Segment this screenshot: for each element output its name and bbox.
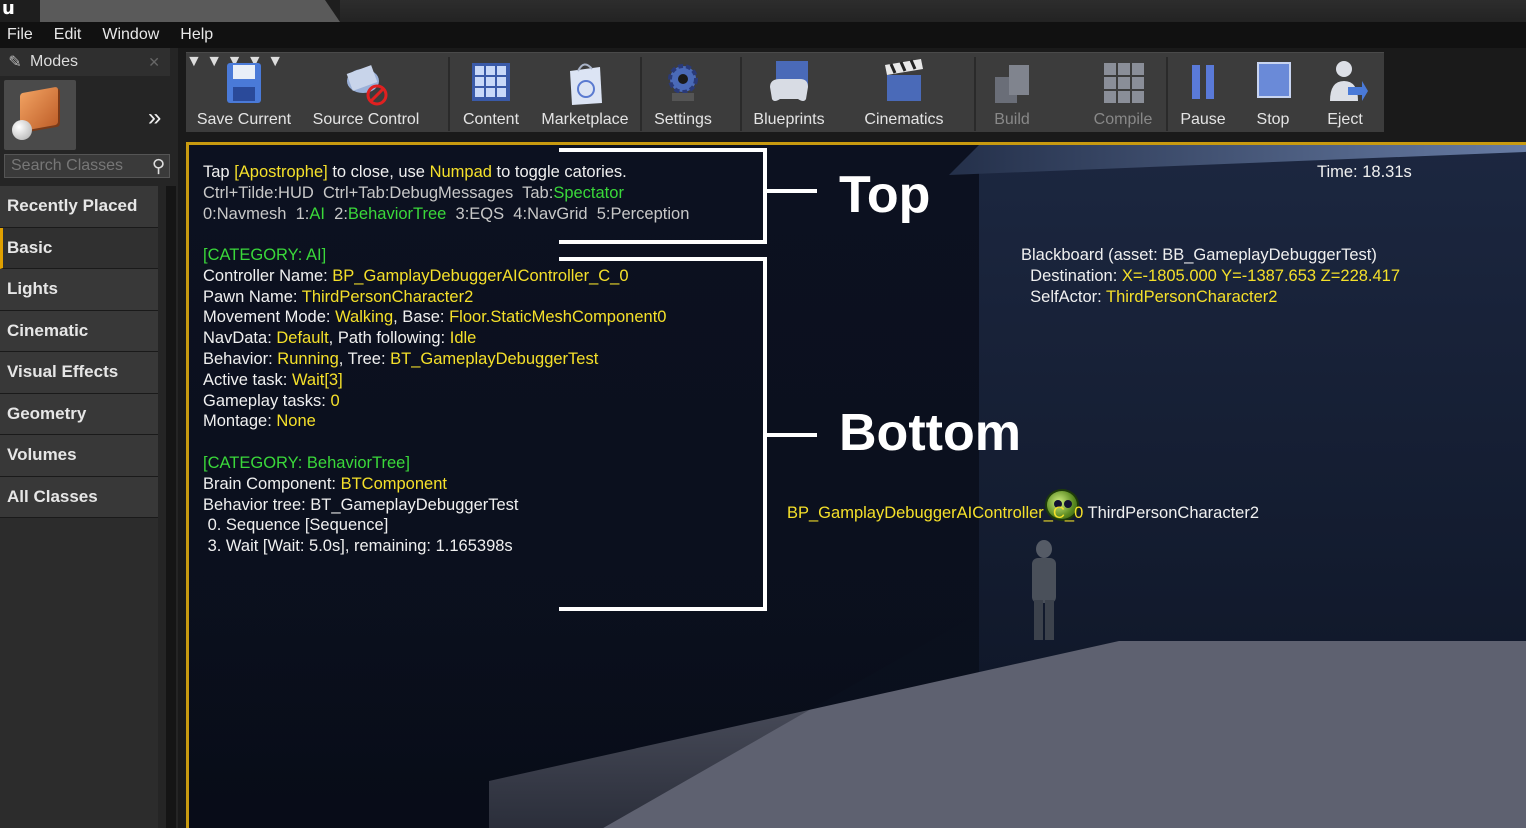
settings-button[interactable]: Settings [648, 53, 718, 133]
compile-button[interactable]: Compile [1086, 53, 1160, 133]
pause-label: Pause [1180, 111, 1226, 128]
save-current-button[interactable]: Save Current [194, 53, 294, 133]
category-list: Recently Placed Basic Lights Cinematic V… [0, 186, 158, 518]
title-bar: u [0, 0, 1526, 22]
editor-tab[interactable] [40, 0, 340, 22]
category-cinematic[interactable]: Cinematic [0, 310, 158, 352]
category-recently-placed[interactable]: Recently Placed [0, 186, 158, 228]
eject-button[interactable]: Eject [1314, 53, 1376, 133]
content-label: Content [462, 111, 520, 128]
source-control-label: Source Control [312, 111, 420, 128]
content-grid-icon [468, 57, 514, 109]
top-annotation: Top [839, 166, 931, 224]
category-volumes[interactable]: Volumes [0, 435, 158, 477]
modes-icon: ✎ [8, 54, 22, 71]
actor-overhead-label: BP_GamplayDebuggerAIController_C_0 Third… [787, 504, 1260, 522]
modes-tab[interactable]: ✎ Modes ✕ [0, 48, 170, 76]
build-button[interactable]: Build [982, 53, 1042, 133]
blueprints-button[interactable]: Blueprints [748, 53, 830, 133]
gear-icon [660, 57, 706, 109]
build-label: Build [994, 111, 1030, 128]
marketplace-label: Marketplace [541, 111, 629, 128]
blueprints-label: Blueprints [753, 111, 825, 128]
category-visual-effects[interactable]: Visual Effects [0, 352, 158, 394]
chevron-right-icon[interactable]: » [148, 104, 161, 132]
toolbar-separator [448, 57, 450, 131]
save-icon [221, 57, 267, 109]
category-all-classes[interactable]: All Classes [0, 476, 158, 518]
build-blocks-icon [989, 57, 1035, 109]
stop-button[interactable]: Stop [1242, 53, 1304, 133]
bottom-annotation: Bottom [839, 404, 1021, 462]
source-control-icon [343, 57, 389, 109]
menu-edit[interactable]: Edit [47, 26, 96, 44]
blackboard-block: Blackboard (asset: BB_GameplayDebuggerTe… [1021, 246, 1401, 306]
category-lights[interactable]: Lights [0, 269, 158, 311]
eject-label: Eject [1327, 111, 1363, 128]
behaviortree-category-block: [CATEGORY: BehaviorTree] Brain Component… [203, 454, 519, 556]
pause-icon [1180, 57, 1226, 109]
marketplace-button[interactable]: Marketplace [536, 53, 634, 133]
save-current-label: Save Current [196, 111, 292, 128]
category-basic[interactable]: Basic [0, 227, 158, 269]
place-mode-button[interactable] [4, 80, 76, 150]
top-bracket-tick [767, 189, 817, 193]
time-readout: Time: 18.31s [1317, 163, 1412, 181]
toolbar-separator [740, 57, 742, 131]
title-bar-background [340, 0, 1526, 22]
unreal-logo-icon: u [2, 0, 15, 19]
compile-label: Compile [1093, 111, 1153, 128]
search-placeholder: Search Classes [11, 157, 124, 174]
main-toolbar: Save Current Source Control ▼ Content Ma… [186, 52, 1384, 132]
class-list-area [0, 518, 158, 828]
level-viewport[interactable]: Tap [Apostrophe] to close, use Numpad to… [186, 142, 1526, 828]
modes-title: Modes [30, 53, 79, 70]
stop-icon [1250, 57, 1296, 109]
modes-scrollbar[interactable] [166, 186, 176, 828]
toolbar-separator [1166, 57, 1168, 131]
stop-label: Stop [1256, 111, 1290, 128]
light-bulb-icon [12, 120, 32, 140]
modes-panel: ✎ Modes ✕ » Search Classes ⚲ Recently Pl… [0, 48, 178, 828]
source-control-button[interactable]: Source Control [304, 53, 428, 133]
category-geometry[interactable]: Geometry [0, 393, 158, 435]
cinematics-button[interactable]: Cinematics [856, 53, 952, 133]
menu-help[interactable]: Help [173, 26, 227, 44]
compile-cubes-icon [1100, 57, 1146, 109]
cinematics-label: Cinematics [864, 111, 944, 128]
menu-bar: File Edit Window Help [0, 22, 1526, 48]
search-icon: ⚲ [151, 155, 165, 176]
blueprints-gamepad-icon [766, 57, 812, 109]
toolbar-separator [974, 57, 976, 131]
pause-button[interactable]: Pause [1172, 53, 1234, 133]
toolbar-separator [640, 57, 642, 131]
clapperboard-icon [881, 57, 927, 109]
menu-window[interactable]: Window [95, 26, 173, 44]
content-button[interactable]: Content [456, 53, 526, 133]
third-person-character[interactable] [1024, 540, 1064, 640]
bottom-bracket-tick [767, 433, 817, 437]
marketplace-bag-icon [562, 57, 608, 109]
top-bracket [559, 148, 767, 244]
search-classes-input[interactable]: Search Classes ⚲ [4, 154, 170, 178]
settings-label: Settings [654, 111, 712, 128]
eject-person-icon [1322, 57, 1368, 109]
menu-file[interactable]: File [0, 26, 47, 44]
bottom-bracket [559, 257, 767, 611]
close-icon[interactable]: ✕ [148, 54, 160, 71]
